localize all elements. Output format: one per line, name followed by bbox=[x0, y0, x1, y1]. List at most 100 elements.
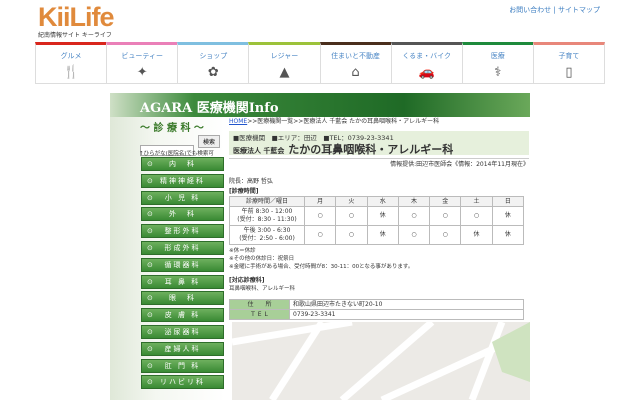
dept-label: 皮 膚 科 bbox=[164, 311, 201, 320]
hours-cell: ○ bbox=[397, 206, 431, 226]
bullet-icon: ⊙ bbox=[147, 311, 155, 320]
hours-cell: ○ bbox=[460, 206, 493, 226]
nav-label: くるま・バイク bbox=[402, 52, 452, 60]
nav-label: レジャー bbox=[270, 52, 299, 60]
notes: ※休＝休診 ※その他の休診日：祝祭日 ※金曜に手術がある場合、受付時間が8：30-1… bbox=[229, 247, 413, 271]
nav-item[interactable]: ショップ ✿ bbox=[177, 42, 249, 84]
nav-item[interactable]: ビューティー ✦ bbox=[106, 42, 178, 84]
dept-button[interactable]: ⊙ 産婦人科 bbox=[141, 341, 224, 356]
bullet-icon: ⊙ bbox=[147, 160, 155, 168]
category-nav: グルメ 🍴 ビューティー ✦ ショップ ✿ レジャー ▲ 住まいと不動産 ⌂ くるま・バイク 🚗 医療 ⚕… bbox=[35, 42, 605, 84]
hours-header-cell: 月 bbox=[303, 196, 337, 207]
dept-button[interactable]: ⊙ 眼 科 bbox=[141, 291, 224, 306]
source-note: 情報提供:田辺市医師会《情報：2014年11月現在》 bbox=[229, 158, 529, 169]
hours-cell: 休 bbox=[491, 225, 525, 245]
dept-label: 内 科 bbox=[169, 160, 196, 168]
dept-button[interactable]: ⊙ 耳 鼻 科 bbox=[141, 274, 224, 289]
dept-label: 産婦人科 bbox=[164, 344, 201, 353]
top-links[interactable]: お問い合わせ | サイトマップ bbox=[509, 5, 600, 15]
nav-label: 医療 bbox=[490, 52, 505, 60]
bullet-icon: ⊙ bbox=[147, 176, 155, 185]
search-button[interactable]: 検索 bbox=[198, 135, 220, 148]
dept-button[interactable]: ⊙ 泌尿器科 bbox=[141, 325, 224, 339]
clinic-title: たかの耳鼻咽喉科・アレルギー科 bbox=[288, 143, 454, 156]
dept-button[interactable]: ⊙ 小 児 科 bbox=[141, 190, 224, 205]
flower-icon: ✿ bbox=[207, 65, 219, 80]
hours-cell: 休 bbox=[366, 225, 399, 245]
dept-button[interactable]: ⊙ 形成外科 bbox=[141, 241, 224, 255]
address-label: 住 所 bbox=[229, 299, 290, 310]
sidebar-heading: ～ 診 療 科 ～ bbox=[140, 123, 204, 134]
nav-item[interactable]: グルメ 🍴 bbox=[35, 42, 107, 84]
meta-area-label: ■エリア： bbox=[271, 134, 304, 142]
hours-row: 午後 3:00 - 6:30 (受付：2:50 - 6:00) ○ ○ 休 ○ ○ 休休 bbox=[229, 225, 525, 245]
bullet-icon: ⊙ bbox=[147, 378, 155, 387]
map-roads bbox=[232, 322, 530, 400]
note: ※その他の休診日：祝祭日 bbox=[229, 256, 295, 262]
hours-cell: 休 bbox=[491, 206, 525, 226]
hours-cell: ○ bbox=[303, 206, 337, 226]
bullet-icon: ⊙ bbox=[147, 277, 155, 286]
hours-cell: ○ bbox=[335, 206, 368, 226]
hours-header-cell: 木 bbox=[397, 196, 431, 207]
hours-row: 午前 8:30 - 12:00 (受付：8:30 - 11:30) ○ ○ 休 ○ ○ ○ 休 bbox=[229, 206, 525, 226]
breadcrumb: HOME>>医療機関一覧>>医療法人 千藍会 たかの耳鼻咽喉科・アレルギー科 bbox=[229, 118, 529, 126]
dept-button[interactable]: ⊙ 循環器科 bbox=[141, 257, 224, 272]
dept-label: 泌尿器科 bbox=[164, 328, 201, 336]
dept-button[interactable]: ⊙ リハビリ科 bbox=[141, 375, 224, 390]
dept-button[interactable]: ⊙ 整形外科 bbox=[141, 224, 224, 239]
nav-item[interactable]: 住まいと不動産 ⌂ bbox=[319, 42, 391, 84]
dept-button[interactable]: ⊙ 外 科 bbox=[141, 207, 224, 222]
hours-cell: ○ bbox=[397, 225, 431, 245]
dept-label: [対応診療科] bbox=[229, 277, 265, 284]
bullet-icon: ⊙ bbox=[147, 244, 155, 252]
bullet-icon: ⊙ bbox=[147, 227, 155, 236]
house-icon: ⌂ bbox=[351, 65, 360, 80]
nav-label: ビューティー bbox=[121, 52, 163, 60]
dept-label: 循環器科 bbox=[164, 260, 201, 269]
note: ※金曜に手術がある場合、受付時間が8：30-11：00となる事があります。 bbox=[229, 264, 414, 270]
hours-table: 診療時間／曜日月火水木金土日午前 8:30 - 12:00 (受付：8:30 - … bbox=[229, 196, 525, 245]
dept-label: 小 児 科 bbox=[164, 193, 201, 202]
hours-cell: ○ bbox=[429, 206, 462, 226]
hours-header-cell: 金 bbox=[429, 196, 462, 207]
address-table: 住 所和歌山県田辺市たきない町20-10 TEL 0739-23-3341 bbox=[229, 299, 524, 320]
dept-list: 耳鼻咽喉科、アレルギー科 bbox=[229, 286, 296, 292]
hours-header-cell: 土 bbox=[460, 196, 493, 207]
nav-item[interactable]: 医療 ⚕ bbox=[461, 42, 533, 84]
dept-label: 整形外科 bbox=[164, 227, 201, 236]
dept-button[interactable]: ⊙ 肛 門 科 bbox=[141, 358, 224, 373]
dept-label: 精神神経科 bbox=[160, 176, 205, 185]
bullet-icon: ⊙ bbox=[147, 193, 155, 202]
bullet-icon: ⊙ bbox=[147, 294, 155, 303]
map[interactable] bbox=[232, 322, 530, 400]
hours-cell: ○ bbox=[303, 225, 337, 245]
bullet-icon: ⊙ bbox=[147, 344, 155, 353]
meta-area[interactable]: 田辺 bbox=[304, 134, 317, 142]
nav-label: ショップ bbox=[199, 52, 228, 60]
dept-label: 肛 門 科 bbox=[164, 361, 201, 370]
dept-label: リハビリ科 bbox=[160, 378, 205, 387]
nav-label: グルメ bbox=[60, 52, 82, 60]
hours-header-cell: 水 bbox=[366, 196, 399, 207]
time: 午後 3:00 - 6:30 bbox=[243, 227, 291, 234]
meta-type: ■医療機関 bbox=[233, 134, 266, 142]
nav-item[interactable]: レジャー ▲ bbox=[248, 42, 320, 84]
nav-item[interactable]: くるま・バイク 🚗 bbox=[390, 42, 462, 84]
dept-button[interactable]: ⊙ 内 科 bbox=[141, 157, 224, 171]
logo[interactable]: KiiLife 紀南情報サイト キーライフ bbox=[38, 3, 115, 39]
car-icon: 🚗 bbox=[418, 65, 435, 80]
reception-time: (受付：8:30 - 11:30) bbox=[237, 216, 297, 223]
main-content: HOME>>医療機関一覧>>医療法人 千藍会 たかの耳鼻咽喉科・アレルギー科 ■… bbox=[229, 117, 529, 322]
banner-title: AGARA 医療機関Info bbox=[110, 93, 530, 117]
bullet-icon: ⊙ bbox=[147, 260, 155, 269]
nav-item[interactable]: 子育て ▯ bbox=[532, 42, 605, 84]
dept-label: 外 科 bbox=[169, 210, 196, 219]
breadcrumb-home[interactable]: HOME bbox=[229, 118, 247, 125]
hours-cell: 休 bbox=[460, 225, 493, 245]
dept-button[interactable]: ⊙ 皮 膚 科 bbox=[141, 308, 224, 323]
tent-icon: ▲ bbox=[279, 65, 290, 80]
dept-button[interactable]: ⊙ 精神神経科 bbox=[141, 173, 224, 188]
dept-label: 眼 科 bbox=[169, 294, 196, 303]
tel-label: TEL bbox=[229, 309, 290, 320]
